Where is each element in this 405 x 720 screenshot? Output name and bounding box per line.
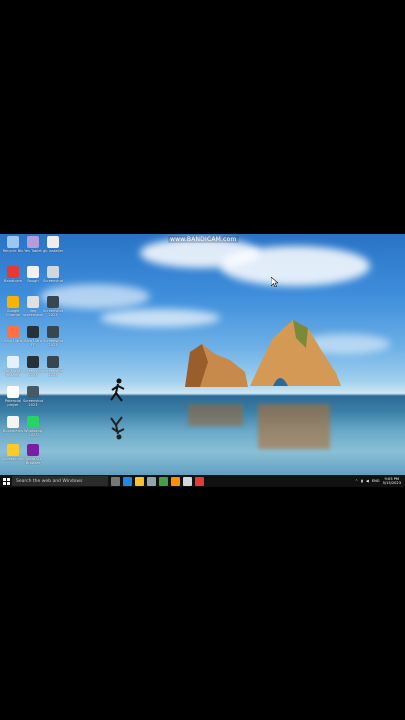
desktop-icon-label: img screenshot bbox=[23, 309, 43, 317]
desktop-icon-label: Screenshot 2023 bbox=[42, 309, 64, 317]
screenshot-icon bbox=[47, 296, 59, 308]
cloud bbox=[220, 246, 370, 286]
desktop-icon[interactable]: Screenshot 2023 bbox=[42, 296, 64, 317]
vlc-icon[interactable] bbox=[171, 476, 180, 486]
desktop-icon[interactable]: Screenshot 2023 bbox=[42, 326, 64, 347]
desktop-icon[interactable]: Yes Tablet bbox=[22, 236, 44, 253]
bandicam-icon bbox=[7, 266, 19, 278]
file-explorer-icon[interactable] bbox=[135, 476, 144, 486]
rock-reflection bbox=[258, 404, 330, 449]
system-tray: ^ ▮ ◀ ENG 9:05 PM 5/15/2023 bbox=[355, 475, 401, 487]
desktop-icon[interactable]: gh-installer bbox=[42, 236, 64, 253]
desktop-icon-label: Screenshot 2023 bbox=[22, 399, 44, 407]
screenshot-icon bbox=[47, 326, 59, 338]
desktop-icon-label: Pot Player Installer bbox=[4, 369, 22, 377]
app-icon bbox=[27, 236, 39, 248]
desktop-icon[interactable]: img screenshot bbox=[22, 296, 44, 317]
desktop-icon[interactable]: Recycle Bin bbox=[2, 236, 24, 253]
bandicam-watermark: www.BANDICAM.com bbox=[168, 236, 239, 243]
desktop-icon-label: Google Chrome bbox=[5, 309, 21, 317]
desktop-icon[interactable]: Rough bbox=[22, 266, 44, 283]
clock[interactable]: 9:05 PM 5/15/2023 bbox=[383, 477, 401, 485]
desktop-icon-label: Opera GX Browser bbox=[24, 457, 42, 465]
accessibility-icon bbox=[7, 444, 19, 456]
desktop-screen: www.BANDICAM.com Recycle Bin Yes Tablet gh… bbox=[0, 234, 405, 487]
screenshot-icon bbox=[27, 386, 39, 398]
desktop-icon-label: Whatsapp 2023 bbox=[23, 429, 43, 437]
desktop-icon[interactable]: Accessibility bbox=[2, 444, 24, 461]
desktop-icon[interactable]: Opera GX Browser bbox=[22, 444, 44, 465]
desktop-icon[interactable]: Potencial player bbox=[2, 386, 24, 407]
desktop-icon[interactable]: Screenshot 2023 bbox=[22, 386, 44, 407]
app-icon[interactable] bbox=[183, 476, 192, 486]
rock-reflection bbox=[188, 404, 243, 426]
desktop-icon[interactable]: Google Chrome bbox=[2, 296, 24, 317]
desktop-icon-label: Potencial player bbox=[4, 399, 22, 407]
language-indicator[interactable]: ENG bbox=[372, 479, 380, 483]
desktop-icon-label: Bookmarks bbox=[2, 429, 24, 433]
desktop-icon-label: gh-installer bbox=[42, 249, 64, 253]
network-icon[interactable]: ▮ bbox=[361, 479, 363, 483]
task-view-icon[interactable] bbox=[111, 476, 120, 486]
screenshot-icon bbox=[27, 326, 39, 338]
windows-logo-icon bbox=[2, 477, 10, 485]
cloud bbox=[100, 309, 220, 327]
desktop-icon[interactable]: Screenshot 2023 bbox=[42, 356, 64, 377]
file-icon bbox=[7, 416, 19, 428]
desktop-icon[interactable]: Bandicam bbox=[2, 266, 24, 283]
opera-icon bbox=[27, 444, 39, 456]
file-icon bbox=[47, 236, 59, 248]
desktop-icon-label: Screenshot bbox=[42, 279, 64, 283]
desktop-icon-label: Sam Ultra FF bbox=[24, 339, 42, 347]
desktop-icon-label: Yes Tablet bbox=[24, 249, 42, 253]
desktop-icon[interactable]: Sam Ultra bbox=[2, 326, 24, 343]
desktop-icon-label: Rough bbox=[27, 279, 39, 283]
image-icon bbox=[27, 296, 39, 308]
sea-rock-right bbox=[250, 320, 341, 386]
taskbar-search-box[interactable]: Search the web and Windows bbox=[12, 476, 108, 486]
desktop-icon[interactable]: Pot Player Installer bbox=[2, 356, 24, 377]
desktop-icon-label: Screenshot 2023 bbox=[42, 339, 64, 347]
desktop-icon-label: Bandicam bbox=[4, 279, 22, 283]
screenshot-icon bbox=[47, 356, 59, 368]
taskbar-apps bbox=[108, 476, 204, 486]
chrome-icon bbox=[7, 296, 19, 308]
desktop-icon-label: Accessibility bbox=[2, 457, 25, 461]
volume-icon[interactable]: ◀ bbox=[366, 479, 369, 483]
desktop-icon[interactable]: Screenshot bbox=[42, 266, 64, 283]
file-icon bbox=[27, 266, 39, 278]
desktop-icon[interactable]: Whatsapp 2023 bbox=[22, 416, 44, 437]
runner-reflection bbox=[110, 416, 125, 440]
bandicam-icon[interactable] bbox=[195, 476, 204, 486]
desktop-icon-label: Sam Ultra bbox=[4, 339, 22, 343]
mouse-cursor-icon bbox=[271, 277, 278, 287]
installer-icon bbox=[7, 356, 19, 368]
app-icon bbox=[7, 326, 19, 338]
edge-icon[interactable] bbox=[123, 476, 132, 486]
desktop-icon-label: Recycle Bin bbox=[2, 249, 24, 253]
desktop-icon[interactable]: Screenshot 2023 bbox=[22, 356, 44, 377]
screenshot-icon bbox=[47, 266, 59, 278]
taskbar: Search the web and Windows ^ ▮ ◀ ENG 9:0… bbox=[0, 475, 405, 487]
runner-figure bbox=[110, 378, 125, 402]
player-icon bbox=[7, 386, 19, 398]
desktop-icon-label: Screenshot 2023 bbox=[42, 369, 64, 377]
start-button[interactable] bbox=[0, 475, 12, 487]
recycle-bin-icon bbox=[7, 236, 19, 248]
clock-date: 5/15/2023 bbox=[382, 481, 401, 485]
whatsapp-icon bbox=[27, 416, 39, 428]
screenshot-icon bbox=[27, 356, 39, 368]
desktop-icon[interactable]: Sam Ultra FF bbox=[22, 326, 44, 347]
desktop-icon-label: Screenshot 2023 bbox=[22, 369, 44, 377]
desktop-icon[interactable]: Bookmarks bbox=[2, 416, 24, 433]
chevron-up-icon[interactable]: ^ bbox=[355, 479, 358, 483]
chrome-icon[interactable] bbox=[159, 476, 168, 486]
sea-rock-left bbox=[185, 344, 248, 387]
store-icon[interactable] bbox=[147, 476, 156, 486]
